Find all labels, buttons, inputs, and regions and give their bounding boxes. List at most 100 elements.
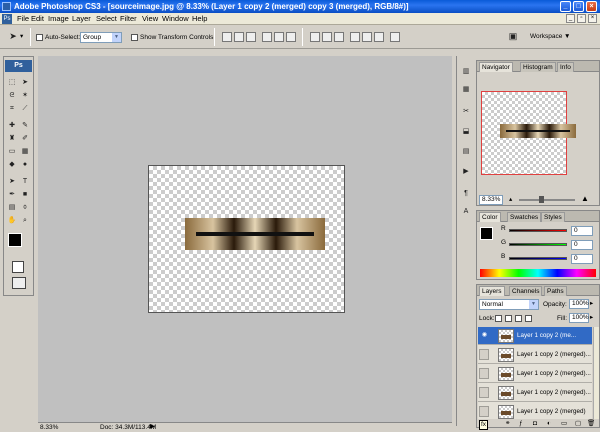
tab-color[interactable]: Color <box>479 212 501 222</box>
screen-mode-icon[interactable] <box>12 277 26 289</box>
menu-image[interactable]: Image <box>48 14 69 24</box>
type-tool-icon[interactable]: T <box>19 176 31 187</box>
g-value-field[interactable]: 0 <box>571 240 593 250</box>
move-tool-icon[interactable]: ➤ <box>6 31 20 42</box>
lock-image-icon[interactable] <box>505 315 512 322</box>
magic-wand-icon[interactable]: ✶ <box>19 90 31 101</box>
zoom-slider-track[interactable] <box>519 199 575 201</box>
visibility-toggle[interactable] <box>479 387 489 398</box>
menu-edit[interactable]: Edit <box>31 14 44 24</box>
eyedropper-icon[interactable]: ⌽ <box>19 202 31 213</box>
align-right-icon[interactable] <box>286 32 296 42</box>
menu-layer[interactable]: Layer <box>72 14 91 24</box>
layer-row[interactable]: ◉ Layer 1 copy 2 (me... <box>478 327 592 345</box>
link-layers-icon[interactable]: ⚭ <box>505 420 510 428</box>
visibility-toggle[interactable] <box>479 349 489 360</box>
menu-select[interactable]: Select <box>96 14 117 24</box>
distribute-right-icon[interactable] <box>374 32 384 42</box>
tab-layers[interactable]: Layers <box>479 286 505 296</box>
eye-icon[interactable]: ◉ <box>480 331 489 340</box>
zoom-out-icon[interactable]: ▴ <box>509 196 512 204</box>
history-brush-icon[interactable]: ✐ <box>19 133 31 144</box>
path-select-icon[interactable]: ➤ <box>6 176 18 187</box>
pen-tool-icon[interactable]: ✒ <box>6 189 18 200</box>
tab-info[interactable]: Info <box>557 62 574 72</box>
document-canvas[interactable] <box>148 165 345 313</box>
dock-tool-presets-icon[interactable]: ▥ <box>460 66 472 78</box>
visibility-toggle[interactable] <box>479 368 489 379</box>
marquee-tool-icon[interactable]: ⬚ <box>6 77 18 88</box>
blur-tool-icon[interactable]: ◆ <box>6 159 18 170</box>
eraser-tool-icon[interactable]: ▭ <box>6 146 18 157</box>
lock-position-icon[interactable] <box>515 315 522 322</box>
opacity-field[interactable]: 100% <box>569 299 589 309</box>
menu-window[interactable]: Window <box>162 14 189 24</box>
tab-histogram[interactable]: Histogram <box>520 62 556 72</box>
r-slider[interactable] <box>509 229 567 232</box>
dock-brushes-icon[interactable]: ▦ <box>460 84 472 96</box>
tab-channels[interactable]: Channels <box>509 286 543 296</box>
dock-character-icon[interactable]: A <box>460 206 472 218</box>
status-arrow-icon[interactable]: ▶ <box>150 423 155 431</box>
foreground-color-swatch[interactable] <box>8 233 22 247</box>
auto-align-icon[interactable] <box>390 32 400 42</box>
dodge-tool-icon[interactable]: ● <box>19 159 31 170</box>
distribute-left-icon[interactable] <box>350 32 360 42</box>
layer-row[interactable]: Layer 1 copy 2 (merged)... <box>478 384 592 402</box>
show-transform-checkbox[interactable] <box>131 34 138 41</box>
gradient-tool-icon[interactable]: ▦ <box>19 146 31 157</box>
align-vcenter-icon[interactable] <box>234 32 244 42</box>
dock-actions-icon[interactable]: ▶ <box>460 166 472 178</box>
delete-layer-icon[interactable]: 🗑 <box>587 420 595 428</box>
distribute-top-icon[interactable] <box>310 32 320 42</box>
distribute-hcenter-icon[interactable] <box>362 32 372 42</box>
layer-row[interactable]: Layer 1 copy 2 (merged)... <box>478 365 592 383</box>
status-zoom[interactable]: 8.33% <box>40 424 58 432</box>
align-bottom-icon[interactable] <box>246 32 256 42</box>
menu-help[interactable]: Help <box>192 14 207 24</box>
auto-select-checkbox[interactable] <box>36 34 43 41</box>
tab-swatches[interactable]: Swatches <box>507 212 542 222</box>
menu-view[interactable]: View <box>142 14 158 24</box>
g-slider[interactable] <box>509 243 567 246</box>
menu-filter[interactable]: Filter <box>120 14 137 24</box>
adjustment-layer-icon[interactable]: ◐ <box>547 420 551 428</box>
healing-brush-icon[interactable]: ✚ <box>6 120 18 131</box>
new-group-icon[interactable]: ▭ <box>561 420 567 428</box>
crop-tool-icon[interactable]: ⌗ <box>6 103 18 114</box>
color-spectrum-bar[interactable] <box>480 269 596 277</box>
brush-tool-icon[interactable]: ✎ <box>19 120 31 131</box>
lock-all-icon[interactable] <box>525 315 532 322</box>
layer-row[interactable]: Layer 1 copy 2 (merged)... <box>478 346 592 364</box>
lasso-tool-icon[interactable]: ᘓ <box>6 90 18 101</box>
move-tool-icon[interactable]: ➤ <box>19 77 31 88</box>
quick-mask-icon[interactable] <box>12 261 24 273</box>
distribute-bottom-icon[interactable] <box>334 32 344 42</box>
new-layer-icon[interactable]: ▢ <box>575 420 581 428</box>
doc-close-button[interactable]: × <box>588 14 597 23</box>
bridge-icon[interactable]: ▣ <box>506 31 520 42</box>
doc-minimize-button[interactable]: _ <box>566 14 575 23</box>
align-hcenter-icon[interactable] <box>274 32 284 42</box>
notes-tool-icon[interactable]: ▤ <box>6 202 18 213</box>
visibility-toggle[interactable] <box>479 406 489 417</box>
fill-field[interactable]: 100% <box>569 313 589 323</box>
zoom-slider-thumb[interactable] <box>539 196 544 203</box>
zoom-tool-icon[interactable]: ⌕ <box>19 215 31 226</box>
auto-select-dropdown[interactable]: Group ▼ <box>80 32 122 43</box>
tab-navigator[interactable]: Navigator <box>479 62 513 72</box>
layer-style-icon[interactable]: ƒ <box>519 420 523 428</box>
navigator-zoom-field[interactable]: 8.33% <box>479 195 503 205</box>
opacity-arrow-icon[interactable]: ▸ <box>590 300 593 308</box>
hand-tool-icon[interactable]: ✋ <box>6 215 18 226</box>
doc-restore-button[interactable]: ▫ <box>577 14 586 23</box>
b-value-field[interactable]: 0 <box>571 254 593 264</box>
layers-scrollbar[interactable] <box>593 327 599 419</box>
lock-transparency-icon[interactable] <box>495 315 502 322</box>
slice-tool-icon[interactable]: ⟋ <box>19 103 31 114</box>
r-value-field[interactable]: 0 <box>571 226 593 236</box>
tab-styles[interactable]: Styles <box>541 212 565 222</box>
align-left-icon[interactable] <box>262 32 272 42</box>
tab-paths[interactable]: Paths <box>544 286 567 296</box>
blend-mode-dropdown[interactable]: Normal ▼ <box>479 299 539 310</box>
